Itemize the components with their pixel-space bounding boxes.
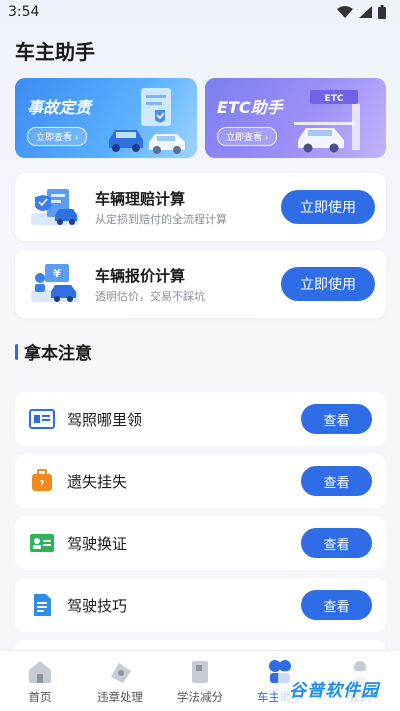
nav-label: 违章处理 — [97, 690, 143, 704]
wifi-icon — [337, 6, 353, 18]
status-bar: 3:54 — [0, 0, 400, 24]
nav-label: 学法减分 — [177, 690, 223, 704]
list-item-label: 驾照哪里领 — [67, 411, 143, 429]
section-accent-bar — [15, 343, 18, 360]
claim-calculator-icon — [31, 189, 79, 225]
list-item-label: 驾驶技巧 — [67, 597, 128, 615]
nav-item-home[interactable]: 首页 — [0, 651, 80, 711]
calc-subtitle: 从定损到赔付的全流程计算 — [95, 213, 227, 226]
home-icon — [29, 661, 51, 683]
svg-text:¥: ¥ — [53, 267, 61, 280]
page-title: 车主助手 — [15, 40, 95, 64]
quote-calculator-card[interactable]: ¥ 车辆报价计算 透明估价，交易不踩坑 立即使用 — [15, 250, 386, 318]
list-item-license-renewal[interactable]: 驾驶换证 查看 — [15, 516, 386, 570]
calc-title: 车辆理赔计算 — [95, 190, 186, 208]
license-card-icon — [30, 534, 54, 552]
suitcase-icon: ? — [32, 469, 52, 491]
nav-item-violations[interactable]: 违章处理 — [80, 651, 160, 711]
watermark-logo: 谷普软件园 — [278, 671, 390, 705]
list-item-label: 遗失挂失 — [67, 473, 128, 491]
view-button[interactable]: 查看 — [301, 404, 372, 434]
list-item-license-pickup[interactable]: 驾照哪里领 查看 — [15, 392, 386, 446]
cellular-signal-icon — [359, 6, 372, 18]
car-accident-illustration-icon — [109, 88, 185, 154]
section-title: 拿本注意 — [24, 344, 92, 364]
view-button[interactable]: 查看 — [301, 528, 372, 558]
view-button[interactable]: 查看 — [301, 590, 372, 620]
nav-item-study[interactable]: 学法减分 — [160, 651, 240, 711]
book-icon — [192, 661, 208, 683]
banner-view-button[interactable]: 立即查看 › — [27, 127, 88, 146]
banner-view-button[interactable]: 立即查看 › — [217, 127, 278, 146]
etc-assistant-banner[interactable]: ETC助手 立即查看 › ETC — [205, 78, 386, 158]
svg-text:?: ? — [40, 479, 45, 488]
banner-title: ETC助手 — [217, 98, 283, 117]
list-item-driving-tips[interactable]: 驾驶技巧 查看 — [15, 578, 386, 632]
section-heading: 拿本注意 — [15, 339, 92, 364]
etc-sign-text: ETC — [325, 94, 344, 104]
calc-subtitle: 透明估价，交易不踩坑 — [95, 290, 205, 303]
calc-title: 车辆报价计算 — [95, 267, 186, 285]
accident-liability-banner[interactable]: 事故定责 立即查看 › — [15, 78, 197, 158]
nav-label: 首页 — [28, 690, 52, 704]
list-item-loss-report[interactable]: ? 遗失挂失 查看 — [15, 454, 386, 508]
violation-icon — [111, 663, 131, 683]
list-item-label: 驾驶换证 — [67, 535, 128, 553]
use-now-button[interactable]: 立即使用 — [281, 267, 375, 301]
battery-icon — [378, 5, 386, 19]
claim-calculator-card[interactable]: 车辆理赔计算 从定损到赔付的全流程计算 立即使用 — [15, 173, 386, 241]
banner-title: 事故定责 — [27, 98, 92, 117]
etc-toll-illustration-icon: ETC — [294, 90, 360, 153]
document-icon — [34, 594, 51, 616]
status-time: 3:54 — [8, 4, 40, 20]
use-now-button[interactable]: 立即使用 — [281, 190, 375, 224]
status-icons — [337, 5, 386, 19]
view-button[interactable]: 查看 — [301, 466, 372, 496]
quote-calculator-icon: ¥ — [31, 264, 79, 302]
id-card-icon — [29, 409, 55, 429]
